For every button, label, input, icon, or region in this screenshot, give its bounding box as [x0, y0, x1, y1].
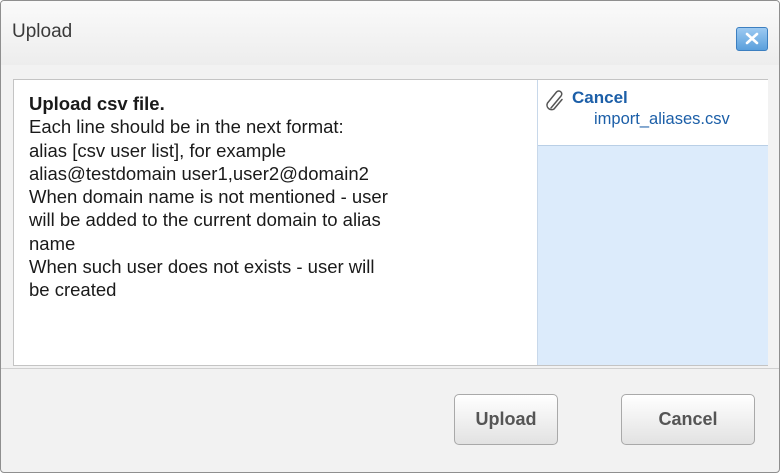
upload-button[interactable]: Upload — [454, 394, 558, 445]
instructions-line: will be added to the current domain to a… — [29, 209, 381, 231]
dialog-titlebar: Upload — [1, 1, 779, 65]
cancel-file-link[interactable]: Cancel — [572, 88, 628, 108]
dialog-content: Upload csv file. Each line should be in … — [13, 79, 768, 366]
instructions-heading: Upload csv file. — [29, 93, 165, 114]
footer-divider — [1, 368, 779, 369]
cancel-button[interactable]: Cancel — [621, 394, 755, 445]
close-button[interactable] — [736, 27, 768, 51]
dialog-title: Upload — [12, 21, 73, 42]
instructions-line: When such user does not exists - user wi… — [29, 256, 375, 278]
instructions-line: name — [29, 232, 76, 254]
file-item: Cancel import_aliases.csv — [538, 80, 768, 146]
instructions-line: When domain name is not mentioned - user — [29, 186, 388, 208]
upload-instructions: Upload csv file. Each line should be in … — [29, 92, 534, 302]
instructions-line: be created — [29, 279, 117, 301]
instructions-line: Each line should be in the next format: — [29, 116, 344, 138]
upload-dialog: Upload Upload csv file. Each line should… — [0, 0, 780, 473]
instructions-line: alias [csv user list], for example — [29, 139, 287, 161]
file-name: import_aliases.csv — [594, 110, 730, 128]
close-x-icon — [745, 32, 759, 45]
instructions-line: alias@testdomain user1,user2@domain2 — [29, 162, 369, 184]
paperclip-icon — [546, 90, 563, 111]
file-list-panel: Cancel import_aliases.csv — [537, 80, 768, 365]
